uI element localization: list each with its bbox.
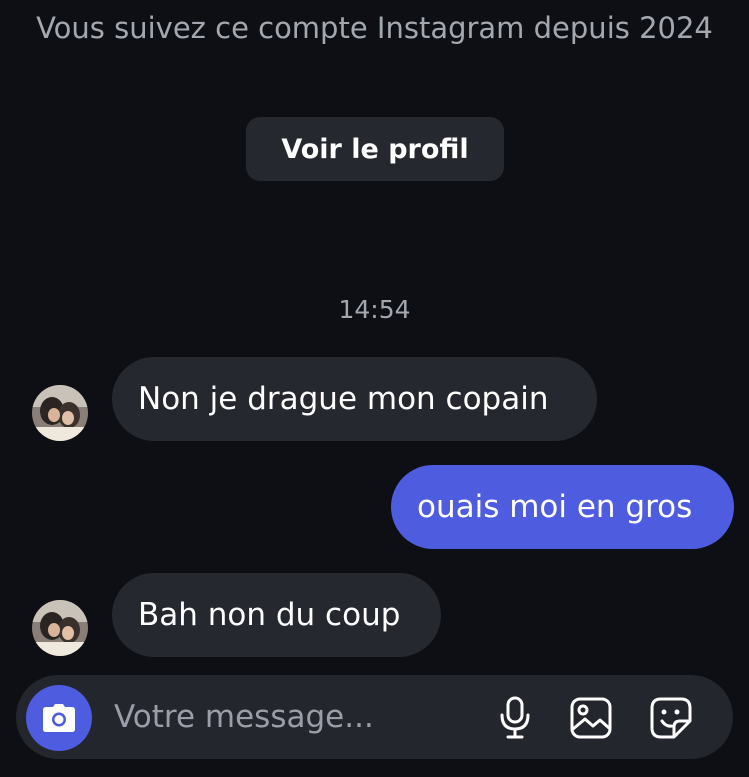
message-timestamp: 14:54	[338, 295, 411, 324]
message-input[interactable]: Votre message...	[114, 675, 374, 759]
avatar[interactable]	[32, 600, 88, 656]
incoming-message-bubble[interactable]: Bah non du coup	[112, 573, 441, 657]
incoming-message-bubble[interactable]: Non je drague mon copain	[112, 357, 597, 441]
sticker-icon	[650, 697, 692, 739]
microphone-button[interactable]	[492, 695, 538, 741]
message-text: ouais moi en gros	[417, 489, 693, 525]
camera-button[interactable]	[26, 685, 92, 751]
avatar[interactable]	[32, 385, 88, 441]
message-text: Non je drague mon copain	[138, 381, 549, 417]
view-profile-button[interactable]: Voir le profil	[246, 117, 504, 181]
message-text: Bah non du coup	[138, 597, 401, 633]
gallery-button[interactable]	[568, 695, 614, 741]
avatar-photo	[32, 600, 88, 656]
outgoing-message-bubble[interactable]: ouais moi en gros	[391, 465, 734, 549]
microphone-icon	[500, 696, 530, 739]
camera-icon	[43, 704, 75, 732]
gallery-icon	[570, 697, 612, 739]
sticker-button[interactable]	[648, 695, 694, 741]
avatar-photo	[32, 385, 88, 441]
follow-info-text: Vous suivez ce compte Instagram depuis 2…	[36, 11, 713, 45]
message-composer: Votre message...	[16, 675, 733, 759]
